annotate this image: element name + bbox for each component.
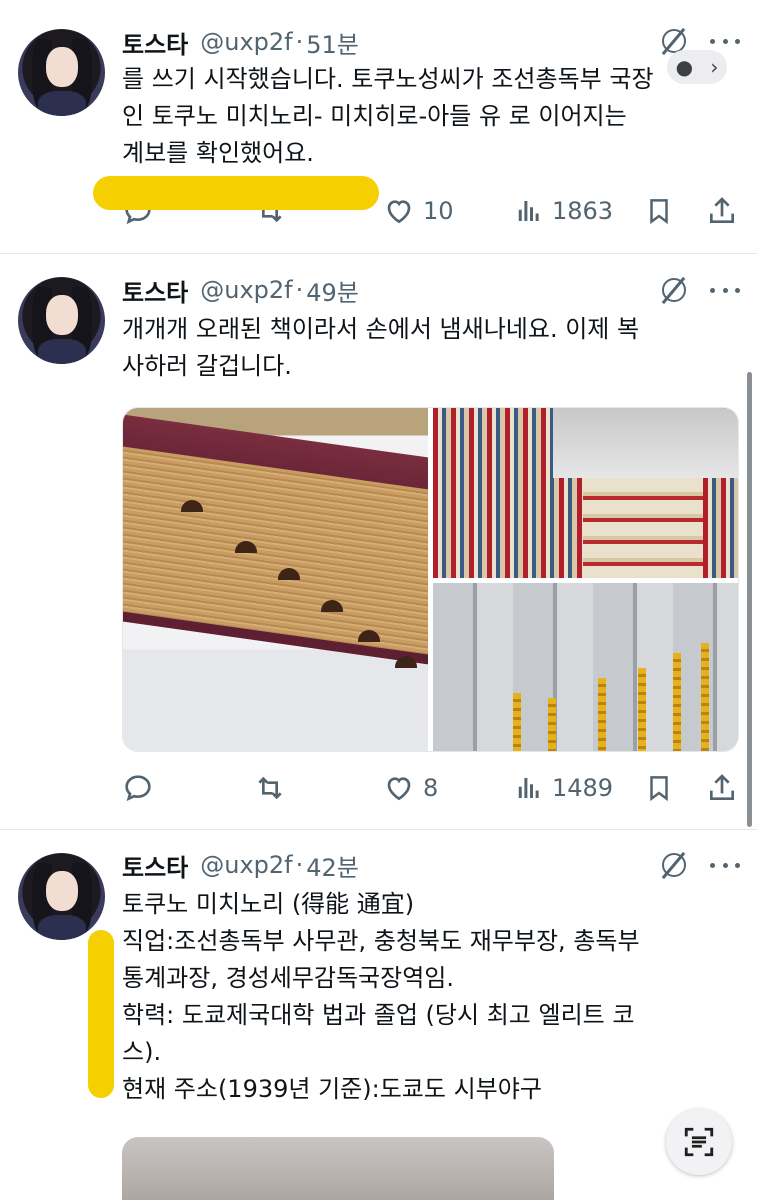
share-icon [710,774,734,800]
like-count: 8 [423,774,439,802]
share-icon [710,197,734,223]
tweet-line: 계보를 확인했어요. [122,139,314,167]
grok-icon[interactable] [660,276,688,305]
view-count: 1489 [552,774,614,802]
author-handle[interactable]: @uxp2f [200,28,292,56]
tweet-line: 개개개 오래된 책이라서 손에서 냄새나네요. 이제 복 [122,315,640,343]
views-button[interactable]: 1863 [514,193,613,229]
author-name[interactable]: 토스타 [122,273,188,308]
bookmark-icon [650,776,668,802]
image-overlay-pill[interactable]: ● › [667,50,727,84]
text-scan-button[interactable] [666,1109,732,1175]
tweet-header: 토스타 @uxp2f · 51분 [122,25,359,60]
share-button[interactable] [706,193,738,229]
retweet-button[interactable] [253,770,287,806]
photo-old-book[interactable] [123,408,428,751]
tweet-line: 통계과장, 경성세무감독국장역임. [122,964,455,992]
chevron-right-icon: › [710,55,719,79]
tweet-text: 를 쓰기 시작했습니다. 토쿠노성씨가 조선총독부 국장 인 토쿠노 미치노리-… [122,61,734,172]
like-icon [387,777,411,801]
bookmark-button[interactable] [644,193,674,229]
text-scan-icon [684,1127,714,1157]
retweet-icon [258,776,282,800]
tweet-line: 사하러 갈겁니다. [122,352,292,380]
photo-archive-cabinets[interactable] [433,583,738,751]
share-button[interactable] [706,770,738,806]
tweet-header: 토스타 @uxp2f · 42분 [122,848,359,883]
tweet-line: 현재 주소(1939년 기준):도쿄도 시부야구 [122,1075,542,1103]
scrollbar[interactable] [747,372,752,827]
reply-button[interactable] [122,770,154,806]
more-icon[interactable] [710,276,740,304]
timestamp[interactable]: 42분 [306,848,359,883]
tweet-text: 토쿠노 미치노리 (得能 通宜) 직업:조선총독부 사무관, 충청북도 재무부장… [122,886,734,1108]
author-name[interactable]: 토스타 [122,25,188,60]
author-handle[interactable]: @uxp2f [200,851,292,879]
views-icon [518,778,539,798]
image-search-icon: ● [675,55,694,79]
grok-icon[interactable] [660,851,688,880]
yellow-highlight [88,930,114,1098]
tweet-header: 토스타 @uxp2f · 49분 [122,273,359,308]
photo-preview[interactable] [122,1137,554,1200]
avatar[interactable] [18,29,105,116]
tweet-line: 직업:조선총독부 사무관, 충청북도 재무부장, 총독부 [122,927,640,955]
like-count: 10 [423,197,454,225]
timestamp[interactable]: 51분 [306,25,359,60]
action-bar: 8 1489 [0,770,757,806]
tweet-line: 학력: 도쿄제국대학 법과 졸업 (당시 최고 엘리트 코 [122,1001,635,1029]
yellow-highlight [93,176,379,210]
reply-icon [125,775,151,802]
bookmark-button[interactable] [644,770,674,806]
tweet-text: 개개개 오래된 책이라서 손에서 냄새나네요. 이제 복 사하러 갈겁니다. [122,311,734,385]
photo-library-shelves[interactable] [433,408,738,578]
media-grid [122,407,739,752]
like-button[interactable]: 10 [383,193,454,229]
author-handle[interactable]: @uxp2f [200,276,292,304]
view-count: 1863 [552,197,614,225]
avatar[interactable] [18,277,105,364]
tweet-line: 스). [122,1038,162,1066]
bookmark-icon [650,199,668,225]
author-name[interactable]: 토스타 [122,848,188,883]
tweet-line: 인 토쿠노 미치노리- 미치히로-아들 유 로 이어지는 [122,102,627,130]
like-button[interactable]: 8 [383,770,438,806]
timestamp[interactable]: 49분 [306,273,359,308]
avatar[interactable] [18,853,105,940]
tweet-line: 를 쓰기 시작했습니다. 토쿠노성씨가 조선총독부 국장 [122,65,654,93]
like-icon [387,200,411,224]
more-icon[interactable] [710,851,740,879]
tweet-line: 토쿠노 미치노리 (得能 通宜) [122,890,415,918]
views-button[interactable]: 1489 [514,770,613,806]
views-icon [518,201,539,221]
tweet-1[interactable]: 토스타 @uxp2f · 51분 를 쓰기 시작했습니다. 토쿠노성씨가 조선총… [0,0,757,252]
